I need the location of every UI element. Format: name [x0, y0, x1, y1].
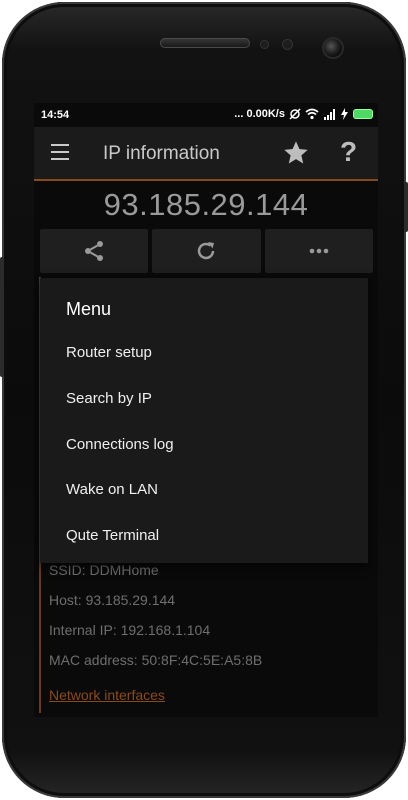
share-icon — [85, 241, 104, 261]
menu-item-wake-on-lan[interactable]: Wake on LAN — [66, 481, 158, 498]
app-bar: IP information ? — [34, 127, 378, 181]
refresh-icon — [198, 242, 215, 260]
proximity-sensor — [260, 40, 269, 49]
status-bar: 14:54 ... 0.00K/s — [34, 103, 378, 127]
charging-icon — [341, 108, 348, 120]
menu-item-connections-log[interactable]: Connections log — [66, 436, 174, 453]
front-camera — [324, 39, 342, 57]
ssid-text: SSID: DDMHome — [49, 562, 159, 578]
menu-item-router-setup[interactable]: Router setup — [66, 344, 152, 361]
volume-button — [0, 257, 4, 377]
more-icon — [309, 248, 329, 254]
status-icons: ... 0.00K/s — [234, 108, 372, 120]
internal-ip-text: Internal IP: 192.168.1.104 — [49, 622, 211, 638]
earpiece-speaker — [160, 38, 250, 48]
mac-address-text: MAC address: 50:8F:4C:5E:A5:8B — [49, 652, 263, 668]
power-button — [404, 182, 408, 232]
star-icon[interactable] — [282, 139, 310, 167]
ip-address: 93.185.29.144 — [103, 187, 309, 222]
menu-item-search-by-ip[interactable]: Search by IP — [66, 390, 152, 407]
more-button[interactable] — [264, 229, 373, 273]
host-text: Host: 93.185.29.144 — [49, 592, 176, 608]
popup-menu: Menu Router setup Search by IP Connectio… — [40, 278, 368, 563]
menu-title: Menu — [66, 299, 112, 319]
wifi-icon — [305, 108, 319, 120]
action-bar — [40, 229, 373, 273]
light-sensor — [282, 39, 293, 50]
network-speed: ... 0.00K/s — [234, 108, 285, 120]
screen: 14:54 ... 0.00K/s IP information ? 93.18… — [34, 103, 378, 717]
battery-icon — [354, 110, 372, 118]
phone-frame: 14:54 ... 0.00K/s IP information ? 93.18… — [0, 2, 408, 798]
data-saver-icon — [289, 108, 301, 120]
signal-icon — [324, 109, 335, 120]
refresh-button[interactable] — [152, 229, 261, 273]
app-title: IP information — [103, 143, 220, 164]
hamburger-icon[interactable] — [51, 144, 69, 160]
help-icon[interactable]: ? — [340, 136, 357, 168]
menu-item-qute-terminal[interactable]: Qute Terminal — [66, 527, 159, 544]
network-interfaces-link[interactable]: Network interfaces — [49, 687, 165, 703]
status-time: 14:54 — [41, 109, 70, 121]
share-button[interactable] — [40, 229, 149, 273]
